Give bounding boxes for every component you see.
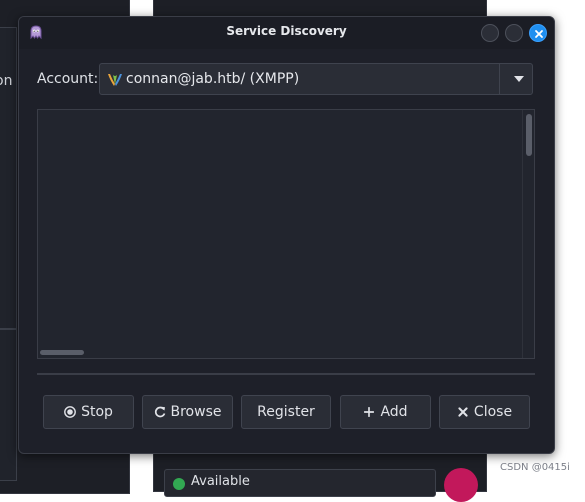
close-icon <box>535 30 543 38</box>
register-button-label: Register <box>257 404 315 420</box>
close-icon <box>458 407 468 417</box>
services-tree[interactable] <box>37 109 535 359</box>
background-panel-lower <box>0 329 17 481</box>
close-button[interactable]: Close <box>439 395 530 429</box>
plus-icon <box>364 407 375 417</box>
xmpp-protocol-icon <box>108 74 122 86</box>
horizontal-scrollbar[interactable] <box>40 350 84 355</box>
browse-button[interactable]: Browse <box>142 395 233 429</box>
available-status-icon <box>173 478 185 490</box>
vertical-scrollbar[interactable] <box>526 114 532 156</box>
account-selected-value: connan@jab.htb/ (XMPP) <box>126 71 300 87</box>
service-discovery-dialog: Service Discovery Account: connan@jab.ht… <box>18 16 555 454</box>
watermark-text: CSDN @0415i <box>500 462 570 473</box>
refresh-icon <box>154 406 165 418</box>
close-button-label: Close <box>473 404 513 420</box>
chevron-down-icon <box>514 76 524 82</box>
account-label: Account: <box>37 71 99 87</box>
stop-icon <box>64 406 76 418</box>
dropdown-separator <box>499 64 500 94</box>
add-button[interactable]: Add <box>340 395 431 429</box>
add-button-label: Add <box>380 404 408 420</box>
account-dropdown[interactable]: connan@jab.htb/ (XMPP) <box>99 63 533 95</box>
background-app-icon <box>444 468 478 502</box>
maximize-button[interactable] <box>505 24 523 42</box>
progress-separator <box>37 373 535 375</box>
register-button[interactable]: Register <box>241 395 331 429</box>
background-clipped-text: on <box>0 73 13 89</box>
vertical-scroll-track <box>522 110 523 358</box>
browse-button-label: Browse <box>170 404 222 420</box>
stop-button-label: Stop <box>81 404 113 420</box>
title-bar[interactable]: Service Discovery <box>19 17 554 49</box>
minimize-button[interactable] <box>481 24 499 42</box>
dialog-title: Service Discovery <box>226 24 347 38</box>
close-window-button[interactable] <box>529 24 547 42</box>
status-selector[interactable]: Available <box>164 469 436 497</box>
stop-button[interactable]: Stop <box>43 395 134 429</box>
